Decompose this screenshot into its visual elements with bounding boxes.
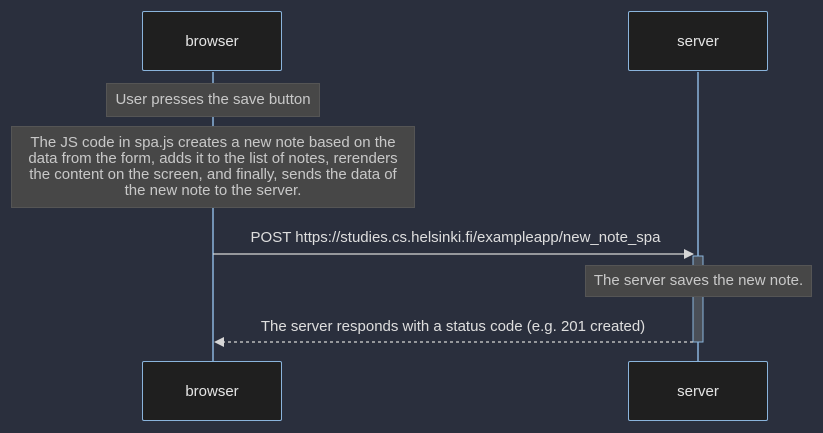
participant-server-top: server [628, 11, 768, 71]
participant-label: browser [185, 382, 239, 400]
participant-server-bottom: server [628, 361, 768, 421]
response-message-label: The server responds with a status code (… [260, 318, 646, 335]
participant-browser-bottom: browser [142, 361, 282, 421]
participant-label: server [677, 32, 719, 50]
note-text: The server saves the new note. [593, 272, 804, 289]
sequence-diagram: browser server User presses the save but… [0, 0, 823, 433]
participant-label: browser [185, 32, 239, 50]
note-js-code: The JS code in spa.js creates a new note… [11, 126, 415, 208]
participant-label: server [677, 382, 719, 400]
note-user-presses: User presses the save button [106, 83, 320, 117]
note-server-saves: The server saves the new note. [585, 265, 812, 297]
post-message-label: POST https://studies.cs.helsinki.fi/exam… [250, 229, 661, 246]
note-text: The JS code in spa.js creates a new note… [28, 134, 398, 199]
note-text: User presses the save button [115, 91, 311, 108]
participant-browser-top: browser [142, 11, 282, 71]
